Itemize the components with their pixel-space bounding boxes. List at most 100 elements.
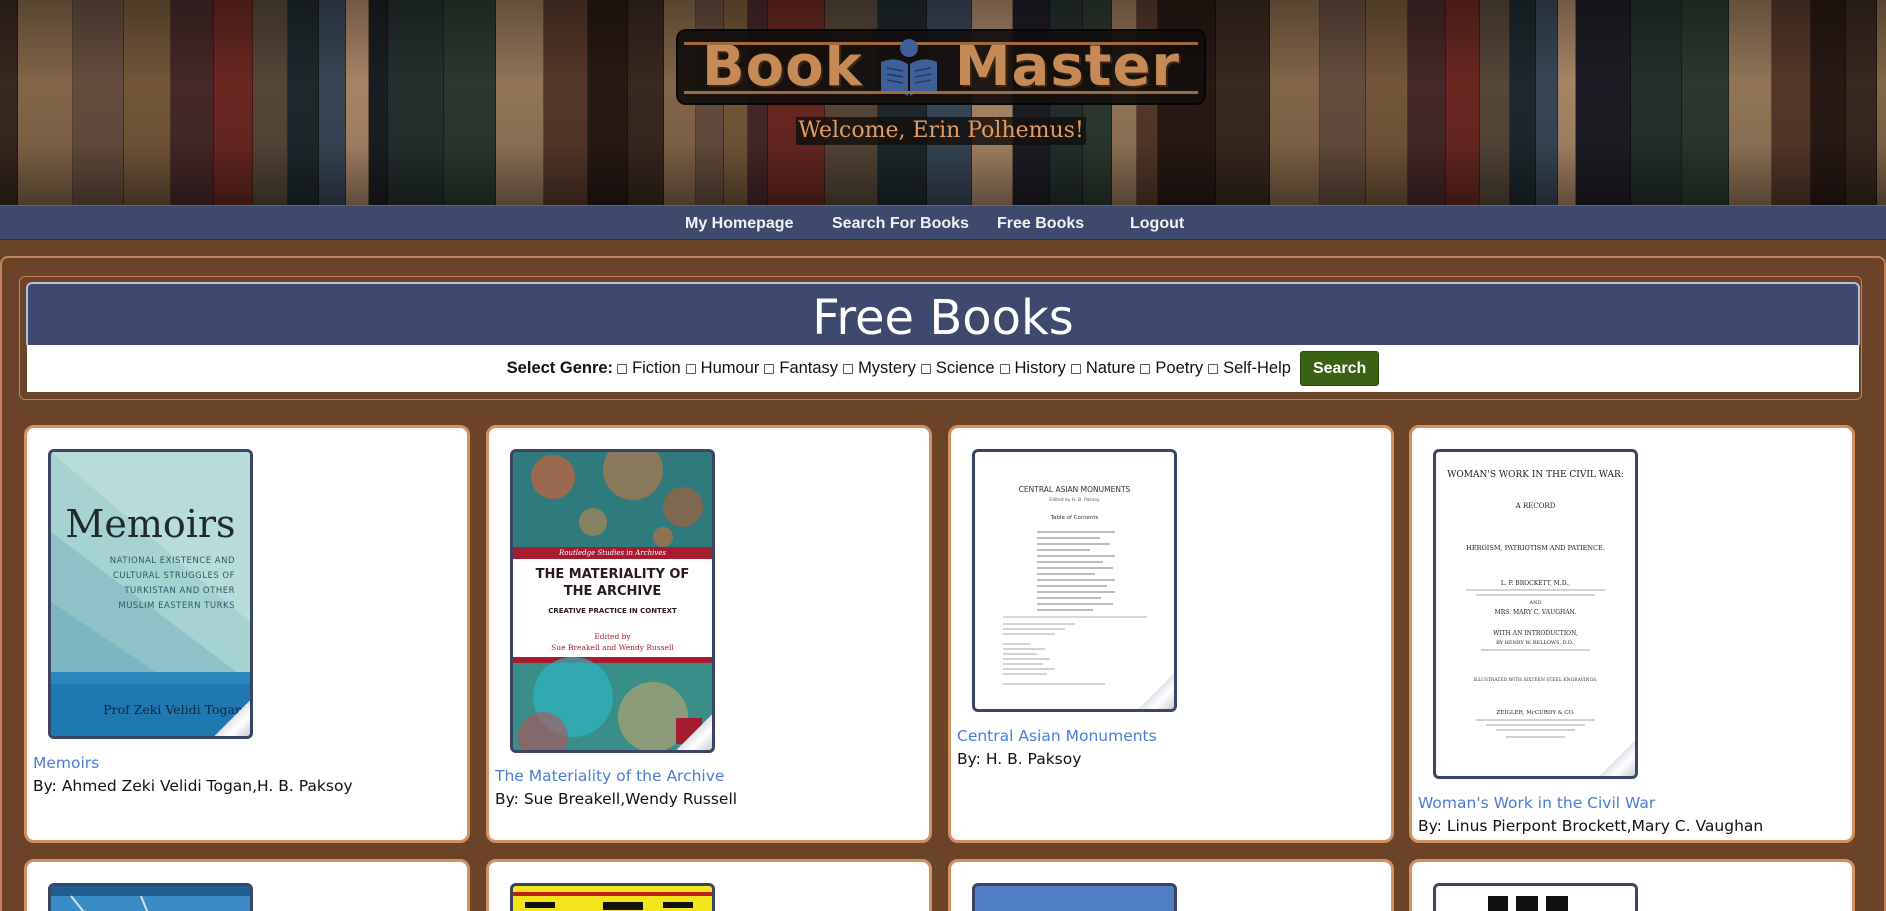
book-spine [1510,0,1536,205]
cover-subtitle: CREATIVE PRACTICE IN CONTEXT [548,607,677,615]
book-spine [319,0,346,205]
book-spine [73,0,124,205]
book-spine [369,0,388,205]
genre-checkbox-fiction[interactable]: Fiction [617,359,681,378]
book-authors: By: Linus Pierpont Brockett,Mary C. Vaug… [1418,817,1764,835]
book-card: Routledge Studies in Archives THE MATERI… [486,425,932,843]
book-spine [0,0,18,205]
book-title-link[interactable]: Woman's Work in the Civil War [1418,794,1655,812]
genre-checkbox-fantasy[interactable]: Fantasy [764,359,838,378]
genre-label: Science [935,359,995,377]
nav-logout[interactable]: Logout [1130,206,1184,241]
book-spine [346,0,369,205]
book-spine [1366,0,1408,205]
book-spine [1729,0,1772,205]
book-cover-central-asian[interactable]: CENTRAL ASIAN MONUMENTS Edited by H. B. … [972,449,1177,712]
search-button[interactable]: Search [1299,351,1380,386]
book-spine [444,0,496,205]
genre-checkbox-self-help[interactable]: Self-Help [1208,359,1291,378]
genre-label: Poetry [1155,359,1204,377]
checkbox-icon[interactable] [1140,363,1151,374]
logo-word-master: Master [954,34,1181,99]
book-spine [171,0,214,205]
genre-label: Mystery [858,359,916,377]
book-title-link[interactable]: Memoirs [33,754,99,772]
cover-title: THE MATERIALITY OF THE ARCHIVE [535,567,690,599]
cover-title: Memoirs [65,502,236,546]
page-title: Free Books [812,290,1074,346]
book-spine [253,0,288,205]
nav-search-for-books[interactable]: Search For Books [832,206,969,241]
checkbox-icon[interactable] [1208,363,1219,374]
book-authors: By: Ahmed Zeki Velidi Togan,H. B. Paksoy [33,777,353,795]
book-title-link[interactable]: The Materiality of the Archive [495,767,724,785]
site-logo[interactable]: Book Master [676,29,1206,105]
book-card: CENTRAL ASIAN MONUMENTS Edited by H. B. … [948,425,1394,843]
cover-series: Routledge Studies in Archives [558,549,667,557]
book-spine [124,0,171,205]
genre-label: Self-Help [1223,359,1291,377]
genre-label: Fantasy [779,359,839,377]
book-spine [1846,0,1877,205]
page-curl-icon [1599,740,1635,776]
nav-free-books[interactable]: Free Books [997,206,1084,241]
book-cover[interactable] [972,883,1177,911]
book-spine [214,0,253,205]
book-card: Memoirs NATIONAL EXISTENCE AND CULTURAL … [24,425,470,843]
book-authors: By: H. B. Paksoy [957,750,1082,768]
book-spine [1576,0,1631,205]
book-card: WOMAN'S WORK IN THE CIVIL WAR: A RECORD … [1409,425,1855,843]
book-spine [1682,0,1729,205]
genre-checkbox-nature[interactable]: Nature [1070,359,1136,378]
book-spine [388,0,444,205]
genre-checkbox-mystery[interactable]: Mystery [843,359,916,378]
checkbox-icon[interactable] [617,363,628,374]
book-spine [1558,0,1576,205]
genre-checkbox-humour[interactable]: Humour [685,359,760,378]
genre-label: History [1014,359,1066,377]
cover-editors: Sue Breakell and Wendy Russell [551,643,674,652]
checkbox-icon[interactable] [843,363,854,374]
book-cover[interactable] [48,883,253,911]
genre-checkbox-science[interactable]: Science [920,359,995,378]
book-spine [496,0,544,205]
book-cover-womans-work[interactable]: WOMAN'S WORK IN THE CIVIL WAR: A RECORD … [1433,449,1638,779]
book-spine [1320,0,1366,205]
book-card [1409,859,1855,911]
book-spine [1446,0,1480,205]
checkbox-icon[interactable] [685,363,696,374]
page-title-banner: Free Books [26,282,1860,346]
page-curl-icon [1138,673,1174,709]
book-cover-memoirs[interactable]: Memoirs NATIONAL EXISTENCE AND CULTURAL … [48,449,253,739]
book-spine [1216,0,1270,205]
genre-label: Nature [1085,359,1136,377]
cover-subtitle: NATIONAL EXISTENCE AND CULTURAL STRUGGLE… [109,556,235,611]
book-spine [1877,0,1886,205]
page-curl-icon [214,700,250,736]
book-spine [288,0,319,205]
genre-checkbox-history[interactable]: History [999,359,1066,378]
genre-checkbox-poetry[interactable]: Poetry [1140,359,1203,378]
logo-word-book: Book [701,34,863,99]
genre-label: Humour [700,359,760,377]
header-banner: Book Master Welcome, Erin Polhemus! [0,0,1886,205]
book-spine [628,0,664,205]
book-spine [1480,0,1510,205]
book-cover[interactable] [1433,883,1638,911]
cover-edited-by: Edited by [594,632,631,641]
nav-my-homepage[interactable]: My Homepage [685,206,793,241]
book-card [948,859,1394,911]
checkbox-icon[interactable] [920,363,931,374]
book-card [24,859,470,911]
genre-label: Fiction [632,359,681,377]
checkbox-icon[interactable] [1070,363,1081,374]
checkbox-icon[interactable] [999,363,1010,374]
book-spine [1536,0,1558,205]
book-spine [1408,0,1446,205]
book-authors: By: Sue Breakell,Wendy Russell [495,790,738,808]
checkbox-icon[interactable] [764,363,775,374]
book-title-link[interactable]: Central Asian Monuments [957,727,1157,745]
genre-filter-bar: Select Genre: Fiction Humour Fantasy Mys… [27,345,1859,392]
book-cover[interactable] [510,883,715,911]
book-cover-materiality[interactable]: Routledge Studies in Archives THE MATERI… [510,449,715,753]
